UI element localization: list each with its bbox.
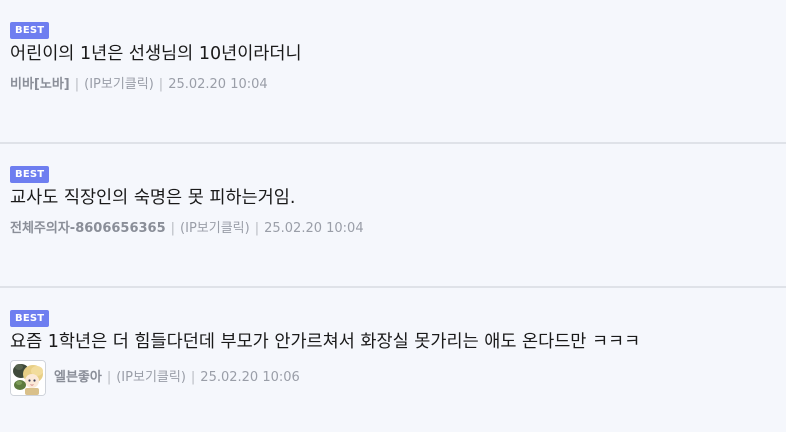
comment-text: 요즘 1학년은 더 힘들다던데 부모가 안가르쳐서 화장실 못가리는 애도 온다… [10,332,641,352]
comment-date: 25.02.20 10:04 [264,221,364,236]
comment-item: BEST 교사도 직장인의 숙명은 못 피하는거임. 전체주의자-8606656… [0,144,786,288]
author-name[interactable]: 비바[노바] [10,75,70,95]
meta-separator: | [106,370,112,385]
meta-separator: | [170,221,176,236]
best-comments-list: BEST 어린이의 1년은 선생님의 10년이라더니 비바[노바] | (IP보… [0,0,786,432]
comment-date: 25.02.20 10:06 [200,370,300,385]
best-badge: BEST [10,310,50,327]
meta-separator: | [254,221,260,236]
comment-meta: 전체주의자-8606656365 | (IP보기클릭) | 25.02.20 1… [10,219,364,239]
comment-item: BEST 어린이의 1년은 선생님의 10년이라더니 비바[노바] | (IP보… [0,0,786,144]
best-badge: BEST [10,166,50,183]
ip-view-link[interactable]: (IP보기클릭) [116,368,186,388]
best-badge: BEST [10,22,50,39]
comment-text: 교사도 직장인의 숙명은 못 피하는거임. [10,188,296,208]
author-name[interactable]: 전체주의자-8606656365 [10,219,166,239]
author-name[interactable]: 엘븐좋아 [54,368,102,388]
meta-separator: | [158,77,164,92]
anime-character-avatar-icon[interactable] [10,360,46,396]
ip-view-link[interactable]: (IP보기클릭) [84,75,154,95]
comment-item: BEST 요즘 1학년은 더 힘들다던데 부모가 안가르쳐서 화장실 못가리는 … [0,288,786,432]
meta-separator: | [190,370,196,385]
ip-view-link[interactable]: (IP보기클릭) [180,219,250,239]
comment-date: 25.02.20 10:04 [168,77,268,92]
comment-meta: 엘븐좋아 | (IP보기클릭) | 25.02.20 10:06 [10,360,300,396]
comment-text: 어린이의 1년은 선생님의 10년이라더니 [10,44,302,64]
meta-separator: | [74,77,80,92]
comment-meta: 비바[노바] | (IP보기클릭) | 25.02.20 10:04 [10,75,268,95]
